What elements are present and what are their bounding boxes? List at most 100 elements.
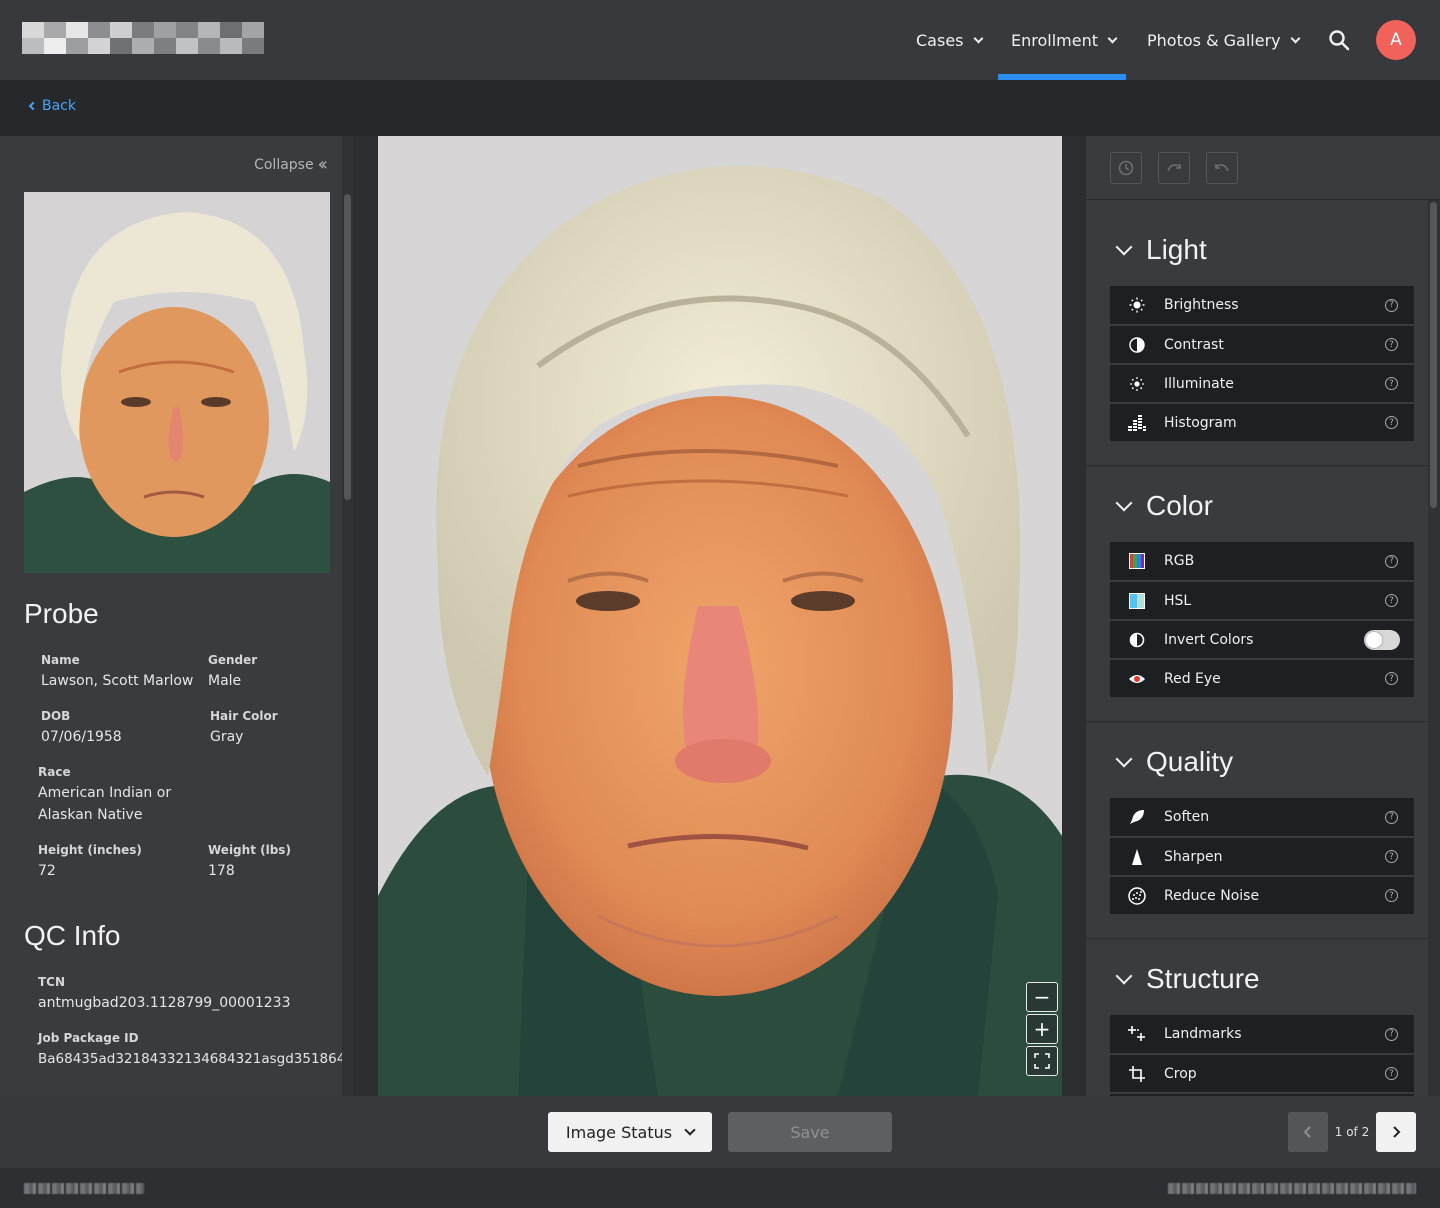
structure-group-header[interactable]: Structure [1115, 963, 1260, 995]
help-icon[interactable]: ? [1385, 850, 1398, 863]
tool-illuminate[interactable]: Illuminate ? [1110, 364, 1414, 402]
race-label: Race [38, 765, 71, 779]
tools-panel-scrollbar[interactable] [1428, 200, 1440, 1096]
light-group: Light Brightness ? Contrast ? Illuminate… [1086, 200, 1428, 466]
image-status-dropdown[interactable]: Image Status [548, 1112, 712, 1152]
help-icon[interactable]: ? [1385, 298, 1398, 312]
light-group-header[interactable]: Light [1115, 234, 1207, 266]
logo [22, 22, 264, 54]
tool-reduce-noise[interactable]: Reduce Noise ? [1110, 876, 1414, 914]
tool-rgb[interactable]: RGB ? [1110, 542, 1414, 580]
undo-icon [1215, 164, 1229, 172]
nav-enrollment[interactable]: Enrollment [1011, 0, 1118, 80]
nav-photos-gallery[interactable]: Photos & Gallery [1147, 0, 1301, 80]
fullscreen-button[interactable] [1026, 1046, 1058, 1076]
tool-contrast[interactable]: Contrast ? [1110, 325, 1414, 363]
help-icon[interactable]: ? [1385, 416, 1398, 429]
save-button[interactable]: Save [728, 1112, 892, 1152]
scrollbar-thumb[interactable] [344, 194, 351, 500]
search-icon[interactable] [1328, 29, 1350, 51]
qc-info-title: QC Info [24, 920, 121, 951]
tool-label: Reduce Noise [1164, 887, 1260, 904]
chevron-down-icon [1290, 33, 1301, 43]
minus-icon: − [1033, 985, 1051, 1009]
history-button[interactable] [1110, 152, 1142, 184]
scrollbar-thumb[interactable] [1430, 202, 1437, 508]
chevron-right-icon [1393, 1126, 1401, 1138]
noise-icon [1128, 886, 1146, 905]
probe-panel-scrollbar[interactable] [342, 136, 354, 1096]
chevron-down-icon [684, 1123, 696, 1136]
tool-red-eye[interactable]: Red Eye ? [1110, 659, 1414, 697]
invert-icon [1129, 632, 1145, 647]
probe-title: Probe [24, 598, 99, 629]
help-icon[interactable]: ? [1385, 594, 1398, 607]
help-icon[interactable]: ? [1385, 889, 1398, 902]
hair-color-label: Hair Color [210, 709, 278, 723]
redo-icon [1167, 164, 1181, 172]
hair-color-value: Gray [210, 729, 244, 745]
help-icon[interactable]: ? [1385, 1067, 1398, 1080]
help-icon[interactable]: ? [1385, 338, 1398, 351]
nav-cases-label: Cases [916, 30, 964, 50]
histogram-icon [1128, 414, 1146, 431]
quality-group-header[interactable]: Quality [1115, 746, 1233, 778]
redo-button[interactable] [1158, 152, 1190, 184]
color-group: Color RGB ? HSL ? Invert Colors Red Eye … [1086, 466, 1428, 722]
help-icon[interactable]: ? [1385, 377, 1398, 390]
help-icon[interactable]: ? [1385, 672, 1398, 685]
zoom-in-button[interactable]: + [1026, 1014, 1058, 1044]
tool-crop[interactable]: Crop ? [1110, 1054, 1414, 1092]
chevron-down-icon [1115, 238, 1133, 256]
probe-thumbnail[interactable] [24, 192, 330, 573]
tool-brightness[interactable]: Brightness ? [1110, 286, 1414, 324]
collapse-label: Collapse [254, 156, 314, 173]
previous-page-button[interactable] [1288, 1112, 1328, 1152]
zoom-out-button[interactable]: − [1026, 982, 1058, 1012]
feather-icon [1130, 810, 1144, 824]
tool-label: Soften [1164, 809, 1210, 825]
image-status-label: Image Status [565, 1122, 673, 1142]
save-label: Save [790, 1122, 830, 1142]
tool-sharpen[interactable]: Sharpen ? [1110, 837, 1414, 875]
tcn-label: TCN [38, 975, 66, 989]
gender-label: Gender [208, 653, 258, 667]
undo-button[interactable] [1206, 152, 1238, 184]
tool-label: Sharpen [1164, 848, 1223, 865]
next-page-button[interactable] [1376, 1112, 1416, 1152]
tool-invert-colors[interactable]: Invert Colors [1110, 620, 1414, 658]
help-icon[interactable]: ? [1385, 1027, 1398, 1041]
divider [1062, 136, 1086, 1096]
landmarks-icon [1128, 1026, 1145, 1041]
dob-value: 07/06/1958 [41, 729, 122, 745]
name-label: Name [41, 653, 80, 667]
light-group-title: Light [1146, 234, 1207, 265]
collapse-button[interactable]: Collapse ‹‹ [254, 154, 328, 175]
height-value: 72 [38, 863, 56, 879]
copyright-text-obscured [1168, 1183, 1416, 1194]
height-field: Height (inches) 72 [38, 843, 142, 882]
history-toolbar [1086, 136, 1440, 200]
gender-value: Male [208, 673, 242, 689]
tool-histogram[interactable]: Histogram ? [1110, 403, 1414, 441]
tool-landmarks[interactable]: Landmarks ? [1110, 1015, 1414, 1053]
tcn-field: TCN antmugbad203.1128799_00001233 [38, 975, 290, 1014]
main-image-viewer[interactable] [378, 136, 1062, 1096]
nav-cases[interactable]: Cases [916, 0, 983, 80]
race-value-line1: American Indian or [38, 785, 172, 801]
back-link[interactable]: Back [28, 98, 76, 114]
race-value-line2: Alaskan Native [38, 807, 143, 823]
tool-hsl[interactable]: HSL ? [1110, 581, 1414, 619]
avatar[interactable]: A [1376, 20, 1416, 60]
chevron-left-icon [1303, 1126, 1311, 1138]
chevron-down-icon [1115, 967, 1133, 985]
chevron-down-icon [1115, 750, 1133, 768]
tool-label: Illuminate [1164, 375, 1234, 392]
invert-colors-toggle[interactable] [1364, 629, 1400, 650]
tool-label: Landmarks [1164, 1026, 1242, 1042]
help-icon[interactable]: ? [1385, 554, 1398, 568]
help-icon[interactable]: ? [1385, 810, 1398, 824]
color-group-header[interactable]: Color [1115, 490, 1213, 522]
tool-label: RGB [1164, 553, 1195, 569]
tool-soften[interactable]: Soften ? [1110, 798, 1414, 836]
